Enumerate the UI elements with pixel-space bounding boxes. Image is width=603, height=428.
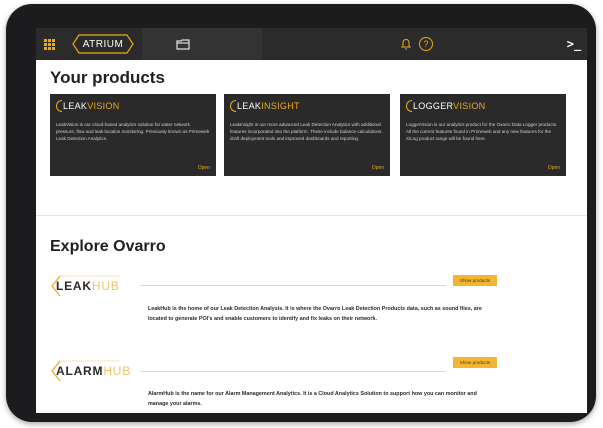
products-title: Your products	[50, 68, 165, 87]
section-divider	[36, 215, 587, 216]
product-logo: LOGGERVISION	[406, 99, 560, 113]
atrium-logo[interactable]: ATRIUM	[72, 34, 134, 54]
product-card-leakvision[interactable]: LEAKVISION LeakVision is our cloud-based…	[50, 94, 216, 176]
bell-icon	[401, 38, 411, 50]
alarmhub-description: AlarmHub is the name for our Alarm Manag…	[148, 391, 477, 407]
alarmhub-logo: ALARMHUB	[50, 360, 130, 382]
alarmhub-show-products-button[interactable]: Show products	[453, 357, 497, 368]
help-icon: ?	[419, 37, 433, 51]
hub-separator-line	[140, 371, 446, 372]
product-description: LoggerVision is our analytics product fo…	[406, 122, 558, 141]
home-tab[interactable]	[142, 28, 262, 60]
product-card-loggervision[interactable]: LOGGERVISION LoggerVision is our analyti…	[400, 94, 566, 176]
explore-title: Explore Ovarro	[50, 238, 166, 255]
grid-icon	[43, 38, 55, 50]
hub-name: ALARMHUB	[56, 364, 132, 378]
top-bar: ATRIUM ? >_	[36, 28, 587, 60]
product-name: LEAKVISION	[63, 101, 120, 111]
hub-name: LEAKHUB	[56, 279, 120, 293]
product-description: LeakInsight is our more advanced Leak De…	[230, 122, 383, 141]
product-card-leakinsight[interactable]: LEAKINSIGHT LeakInsight is our more adva…	[224, 94, 390, 176]
hub-separator-line	[140, 285, 446, 286]
leakhub-show-products-button[interactable]: Show products	[453, 275, 497, 286]
product-open-link[interactable]: Open	[548, 165, 560, 171]
app-screen: ATRIUM ? >_ Your products LEAKVISION Lea…	[36, 28, 587, 413]
product-logo: LEAKINSIGHT	[230, 99, 384, 113]
folder-icon	[176, 38, 190, 50]
notifications-button[interactable]	[396, 28, 416, 60]
product-name: LOGGERVISION	[413, 101, 486, 111]
product-open-link[interactable]: Open	[198, 165, 210, 171]
product-open-link[interactable]: Open	[372, 165, 384, 171]
bracket-icon	[230, 100, 236, 112]
terminal-button[interactable]: >_	[561, 28, 587, 60]
tablet-frame: ATRIUM ? >_ Your products LEAKVISION Lea…	[6, 4, 596, 422]
help-button[interactable]: ?	[416, 28, 436, 60]
product-name: LEAKINSIGHT	[237, 101, 300, 111]
product-logo: LEAKVISION	[56, 99, 210, 113]
logo-text: ATRIUM	[82, 38, 124, 50]
top-bar-spacer	[262, 28, 396, 60]
leakhub-logo: LEAKHUB	[50, 275, 130, 297]
leakhub-description: LeakHub is the home of our Leak Detectio…	[148, 306, 482, 322]
apps-menu-button[interactable]	[36, 28, 62, 60]
bracket-icon	[56, 100, 62, 112]
product-description: LeakVision is our cloud-based analytics …	[56, 122, 210, 141]
bracket-icon	[406, 100, 412, 112]
